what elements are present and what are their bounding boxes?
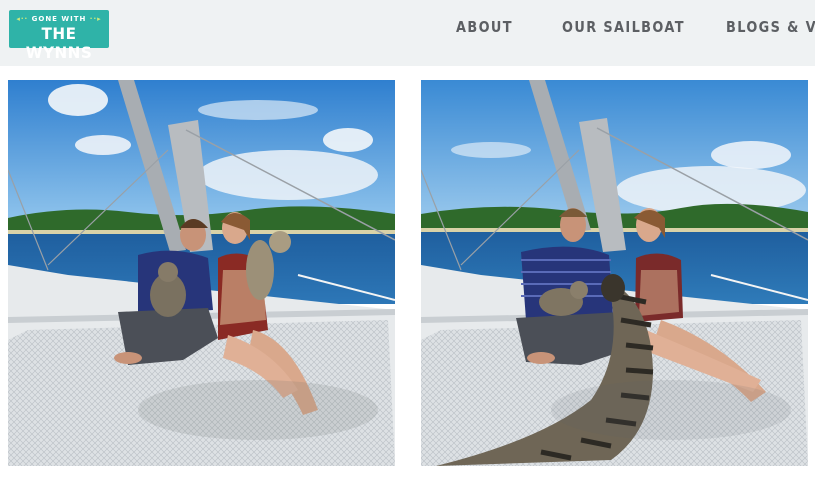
logo-big-text: THE WYNNS (25, 24, 93, 62)
site-header: ◂·· GONE WITH ··▸ THE WYNNS ABOUT OUR SA… (0, 0, 815, 66)
nav-our-sailboat[interactable]: OUR SAILBOAT (562, 18, 685, 36)
photo-image (421, 80, 808, 466)
site-logo[interactable]: ◂·· GONE WITH ··▸ THE WYNNS (9, 10, 109, 62)
logo-small-text: GONE WITH (31, 15, 87, 23)
photo-couple-cat-tail[interactable] (421, 80, 808, 466)
nav-about[interactable]: ABOUT (456, 18, 513, 36)
logo-dash-right: ··▸ (89, 15, 102, 23)
nav-blogs-videos[interactable]: BLOGS & VIDEOS (726, 18, 815, 36)
photo-image (8, 80, 395, 466)
logo-dash-left: ◂·· (16, 15, 29, 23)
photo-couple-with-cats[interactable] (8, 80, 395, 466)
